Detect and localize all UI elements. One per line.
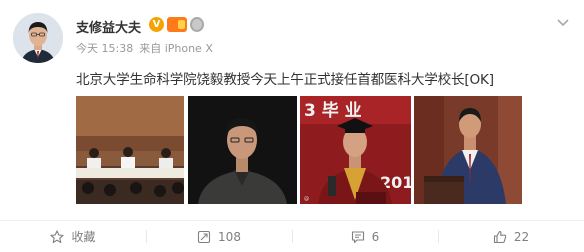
medal-badge-icon[interactable] — [190, 16, 204, 32]
repost-icon — [197, 230, 211, 244]
thumbs-up-icon — [493, 230, 507, 244]
like-button[interactable]: 22 — [438, 221, 584, 252]
chevron-down-icon[interactable] — [556, 18, 570, 28]
action-bar: 收藏 108 6 22 — [0, 221, 584, 252]
post-text: 北京大学生命科学院饶毅教授今天上午正式接任首都医科大学校长[OK] — [76, 72, 494, 88]
weibo-post-card: 支修益大夫 V 今天 15:38 来自 iPhone X 北京大学生命科学院饶毅… — [0, 0, 584, 252]
comment-button[interactable]: 6 — [292, 221, 438, 252]
podium-speech-photo[interactable] — [414, 96, 522, 204]
meeting-photo[interactable] — [76, 96, 184, 204]
member-badge-icon[interactable] — [167, 16, 187, 32]
verified-badge-icon[interactable]: V — [149, 16, 164, 32]
favorite-button[interactable]: 收藏 — [0, 221, 146, 252]
banner-text: 3 毕 业 — [304, 101, 362, 121]
repost-button[interactable]: 108 — [146, 221, 292, 252]
post-meta: 今天 15:38 来自 iPhone X — [76, 40, 213, 56]
badge-group: V — [149, 16, 204, 32]
user-name[interactable]: 支修益大夫 — [76, 17, 141, 36]
svg-text:@: @ — [304, 196, 309, 202]
repost-count: 108 — [218, 229, 241, 244]
comment-count: 6 — [371, 229, 380, 244]
comment-icon — [351, 230, 365, 244]
post-source: 来自 iPhone X — [139, 42, 213, 55]
graduation-speech-photo[interactable]: 3 毕 业 2015 @ — [300, 96, 411, 204]
portrait-photo[interactable] — [188, 96, 297, 204]
post-time[interactable]: 今天 15:38 — [76, 40, 133, 56]
avatar[interactable] — [13, 13, 63, 63]
favorite-label: 收藏 — [71, 230, 96, 244]
star-icon — [50, 229, 65, 244]
like-count: 22 — [513, 229, 530, 244]
